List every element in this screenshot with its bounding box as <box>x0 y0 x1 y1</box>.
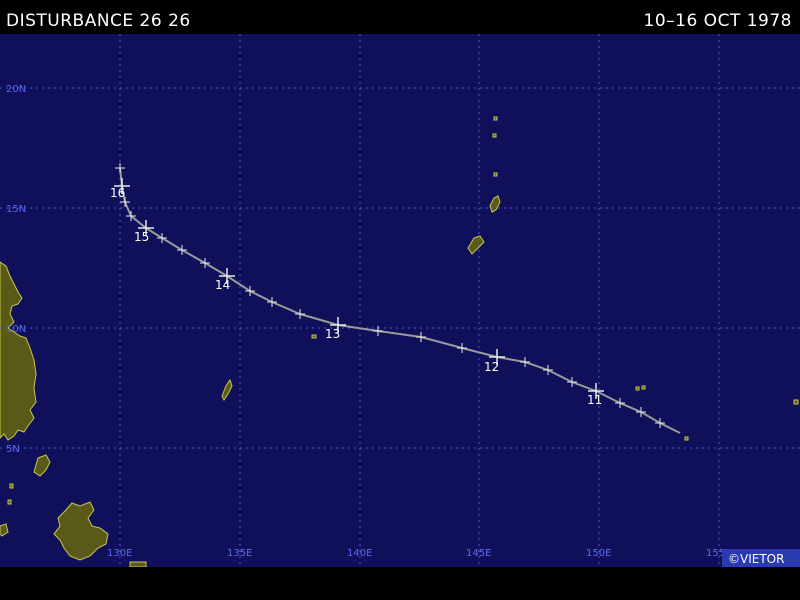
lat-label-15n: 15N <box>6 204 26 215</box>
island-marshall-1 <box>641 385 646 390</box>
island-north-marianas-1 <box>493 116 498 121</box>
lon-label-130e: 130E <box>107 548 132 559</box>
day-label-15: 15 <box>134 230 149 244</box>
island-marshall-2 <box>684 436 689 441</box>
map-canvas: 130E 135E 140E 145E 150E 155E 20N 15N 10… <box>0 34 800 568</box>
lat-label-10n: 10N <box>6 324 26 335</box>
header-bar: DISTURBANCE 26 26 10–16 OCT 1978 <box>0 0 800 34</box>
island-north-marianas-3 <box>493 172 498 177</box>
lat-label-5n: 5N <box>6 444 20 455</box>
footer-bar <box>0 567 800 600</box>
day-label-14: 14 <box>215 278 230 292</box>
day-label-12: 12 <box>484 360 499 374</box>
date-range: 10–16 OCT 1978 <box>643 11 792 31</box>
lon-label-145e: 145E <box>466 548 491 559</box>
storm-title: DISTURBANCE 26 26 <box>6 11 191 31</box>
island-north-marianas-2 <box>492 133 497 138</box>
day-label-13: 13 <box>325 327 340 341</box>
credit-text: ©VIETOR <box>728 552 784 566</box>
lon-label-150e: 150E <box>586 548 611 559</box>
track-map: 130E 135E 140E 145E 150E 155E 20N 15N 10… <box>0 34 800 568</box>
island-yap <box>311 334 317 339</box>
island-ulithi <box>635 386 640 391</box>
lat-label-20n: 20N <box>6 84 26 95</box>
island-small-2 <box>7 499 12 505</box>
lon-label-140e: 140E <box>347 548 372 559</box>
island-marshall-3 <box>793 399 799 405</box>
island-small-1 <box>9 483 14 489</box>
day-label-11: 11 <box>587 393 602 407</box>
lon-label-135e: 135E <box>227 548 252 559</box>
day-label-16: 16 <box>110 186 125 200</box>
